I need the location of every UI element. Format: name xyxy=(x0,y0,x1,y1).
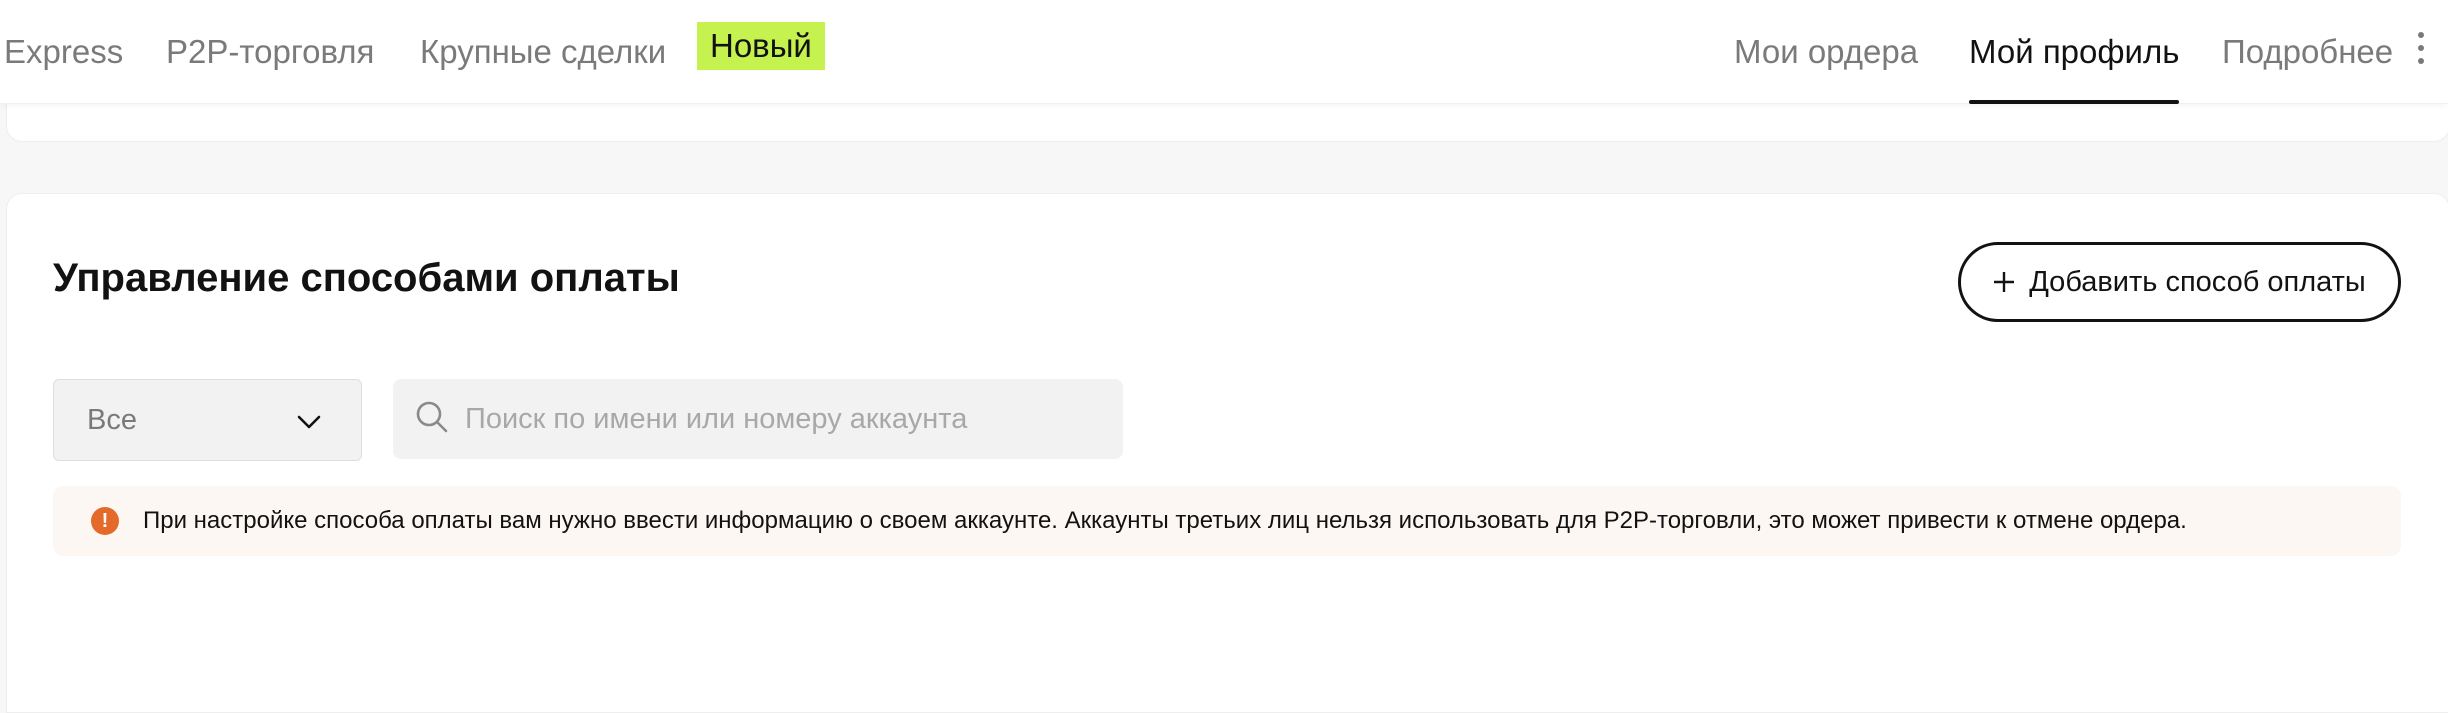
nav-item-my-orders[interactable]: Мои ордера xyxy=(1734,0,1918,104)
alert-icon: ! xyxy=(91,507,119,535)
filter-selected-value: Все xyxy=(87,403,137,436)
section-title: Управление способами оплаты xyxy=(53,256,680,300)
warning-notice: ! При настройке способа оплаты вам нужно… xyxy=(53,486,2401,556)
notice-text: При настройке способа оплаты вам нужно в… xyxy=(143,507,2187,534)
new-badge: Новый xyxy=(697,22,825,70)
nav-item-block-trades[interactable]: Крупные сделки xyxy=(420,0,666,104)
search-box xyxy=(393,379,1123,459)
more-vertical-icon[interactable] xyxy=(2411,28,2431,68)
chevron-down-icon xyxy=(297,404,321,437)
nav-item-my-profile[interactable]: Мой профиль xyxy=(1969,0,2180,104)
add-payment-method-label: Добавить способ оплаты xyxy=(2029,265,2366,298)
add-payment-method-button[interactable]: Добавить способ оплаты xyxy=(1958,242,2401,322)
search-input[interactable] xyxy=(465,402,1105,436)
search-icon xyxy=(415,400,449,439)
nav-item-p2p-trading[interactable]: P2P-торговля xyxy=(166,0,374,104)
payment-type-filter-select[interactable]: Все xyxy=(53,379,362,461)
top-navigation: Express P2P-торговля Крупные сделки Новы… xyxy=(0,0,2448,104)
nav-item-more[interactable]: Подробнее xyxy=(2222,0,2393,104)
nav-item-express[interactable]: Express xyxy=(4,0,123,104)
plus-icon xyxy=(1993,271,2015,293)
